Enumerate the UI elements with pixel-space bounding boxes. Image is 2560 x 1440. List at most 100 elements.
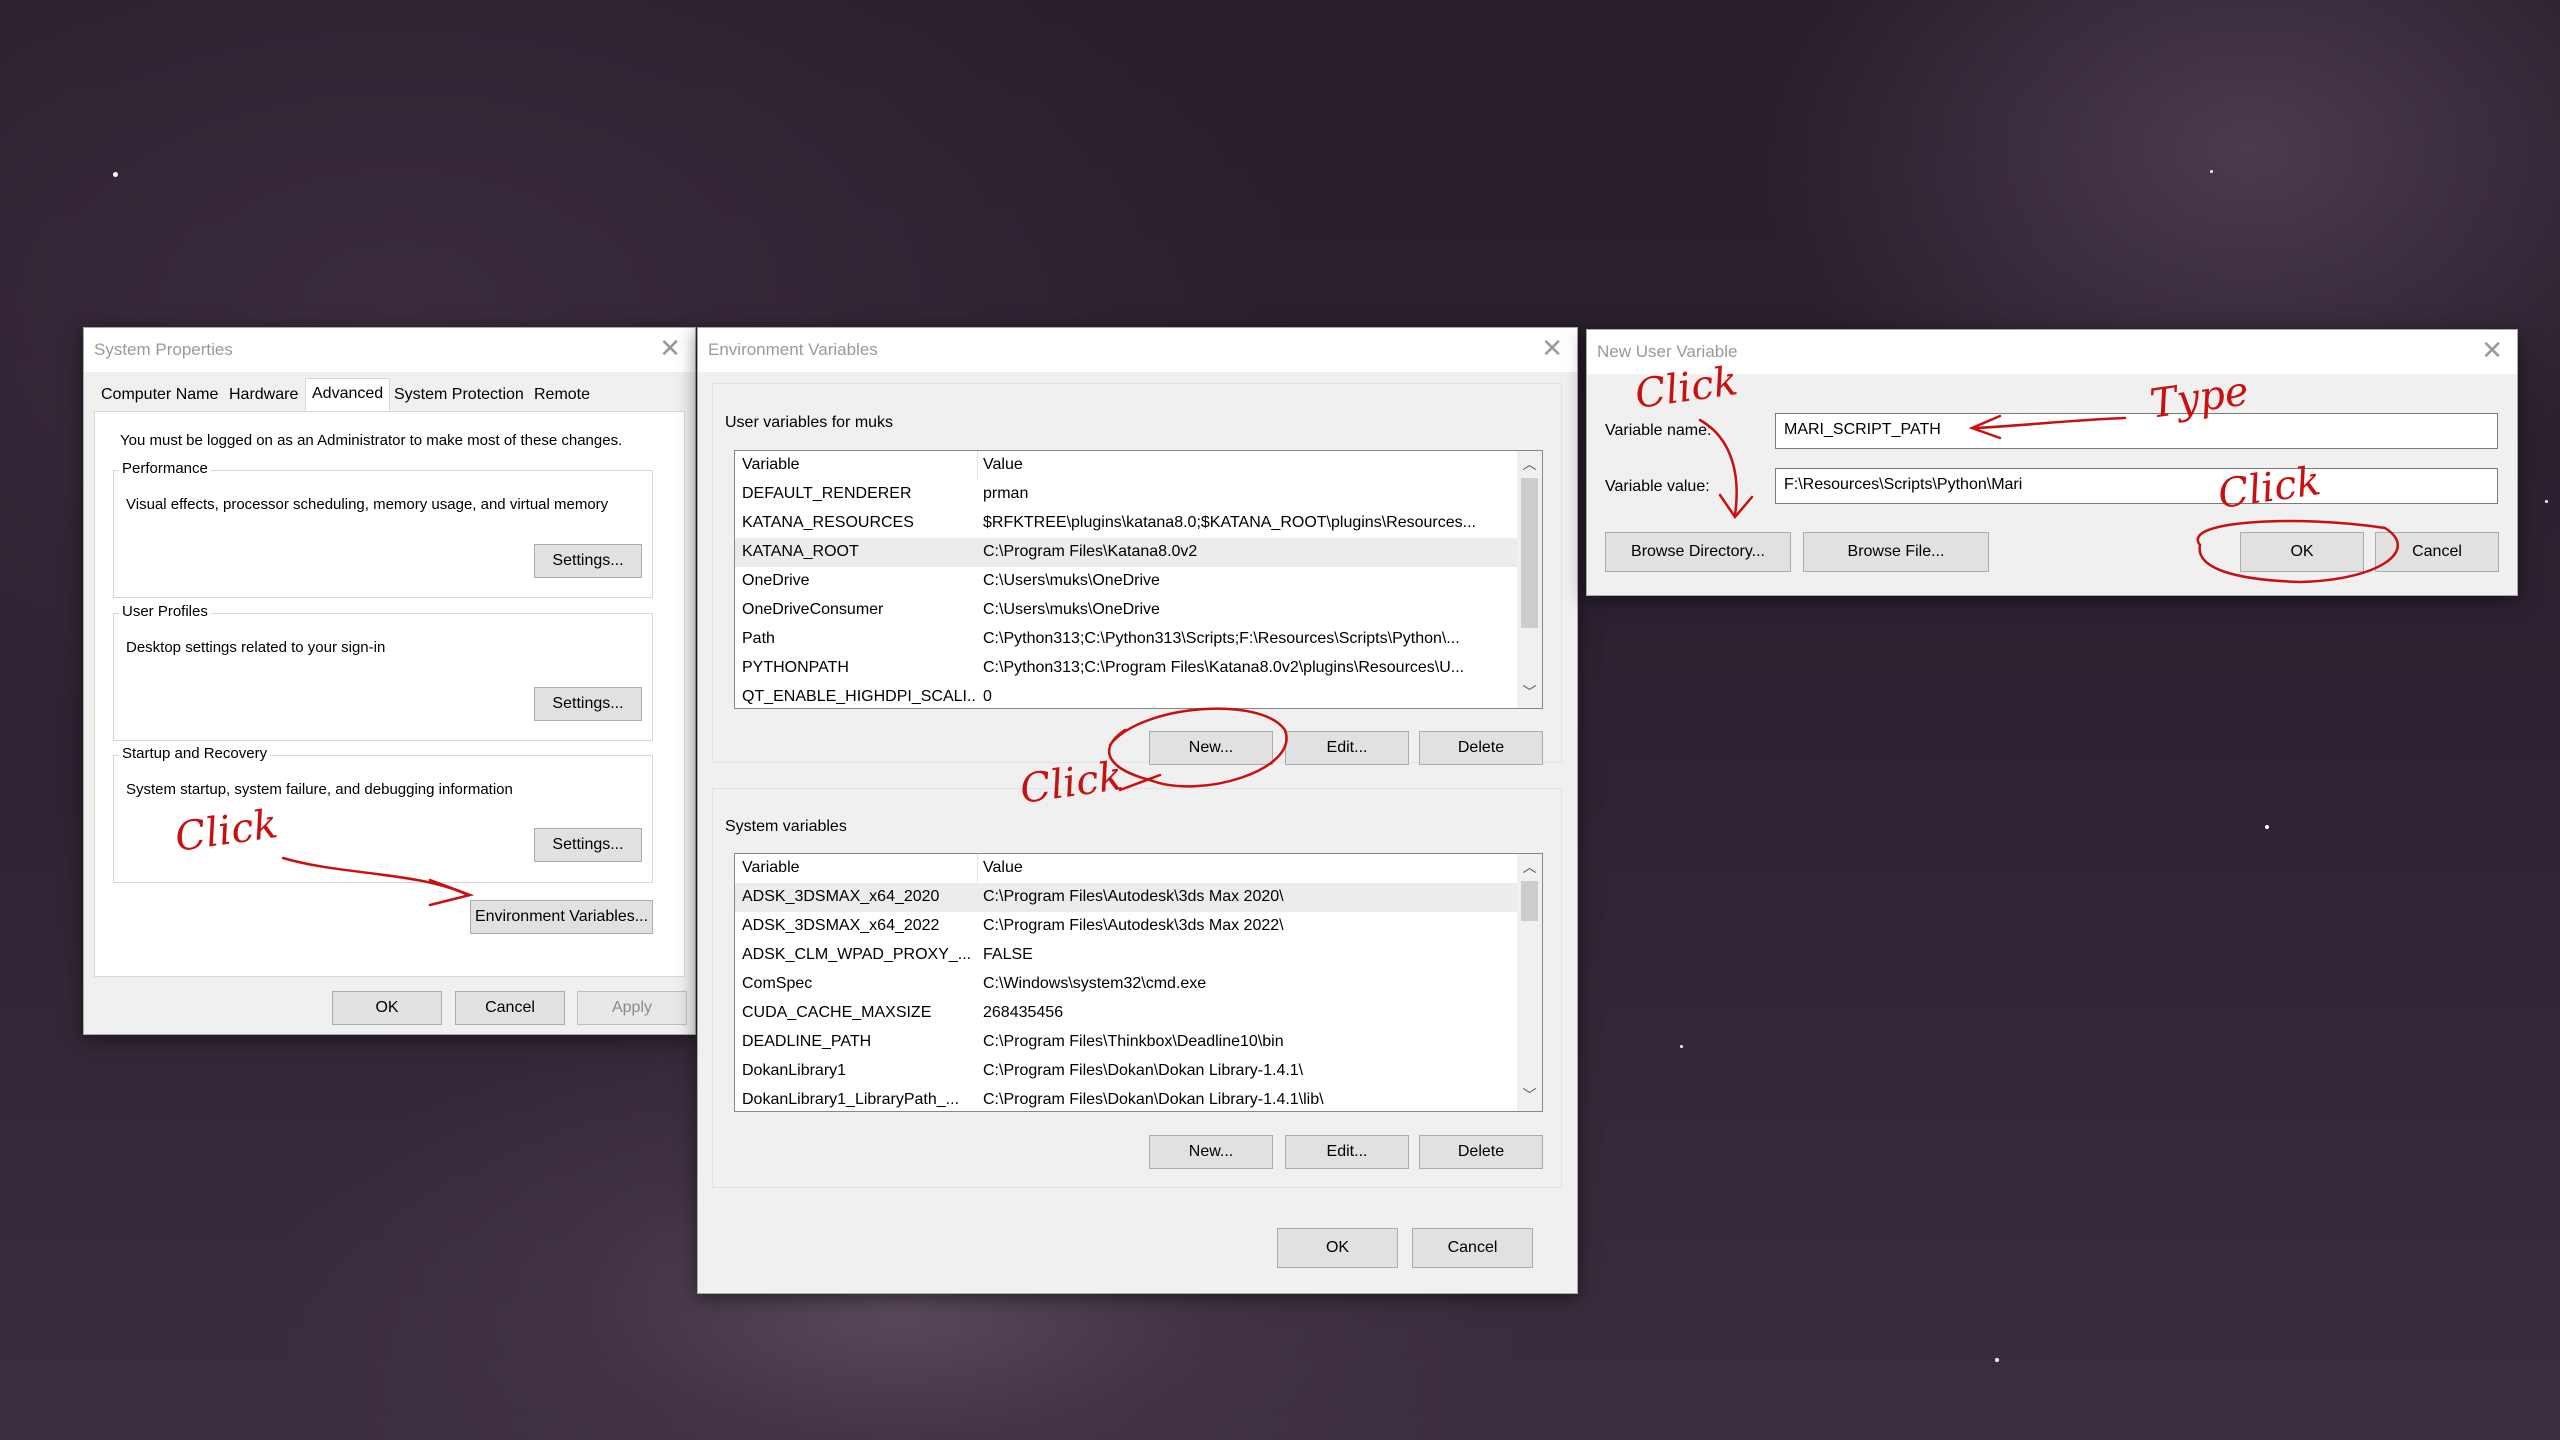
- window-title: New User Variable: [1597, 342, 1738, 361]
- browse-directory-button[interactable]: Browse Directory...: [1605, 532, 1791, 572]
- variable-cell: KATANA_ROOT: [742, 543, 859, 560]
- variable-cell: DokanLibrary1_LibraryPath_...: [742, 1091, 960, 1108]
- close-icon[interactable]: ✕: [659, 334, 681, 364]
- scroll-up-icon[interactable]: ︿: [1517, 856, 1542, 881]
- table-row[interactable]: ADSK_3DSMAX_x64_2022 C:\Program Files\Aut…: [735, 912, 1542, 941]
- table-row[interactable]: KATANA_ROOT C:\Program Files\Katana8.0v2: [735, 538, 1542, 567]
- table-row[interactable]: CUDA_CACHE_MAXSIZE 268435456: [735, 999, 1542, 1028]
- list-header: Variable Value: [735, 854, 1542, 883]
- tab-computer-name[interactable]: Computer Name: [101, 386, 218, 404]
- cancel-button[interactable]: Cancel: [2375, 532, 2499, 572]
- value-cell: C:\Users\muks\OneDrive: [983, 601, 1160, 618]
- user-profiles-desc: Desktop settings related to your sign-in: [126, 639, 386, 656]
- variable-cell: ComSpec: [742, 975, 813, 992]
- value-cell: C:\Windows\system32\cmd.exe: [983, 975, 1207, 992]
- value-cell: FALSE: [983, 946, 1033, 963]
- cancel-button[interactable]: Cancel: [455, 991, 565, 1025]
- ok-button[interactable]: OK: [2240, 532, 2364, 572]
- close-icon[interactable]: ✕: [1541, 334, 1563, 364]
- scroll-up-icon[interactable]: ︿: [1517, 453, 1542, 478]
- tab-hardware[interactable]: Hardware: [229, 386, 298, 404]
- table-row[interactable]: PYTHONPATH C:\Python313;C:\Program Files\…: [735, 654, 1542, 683]
- ok-button[interactable]: OK: [332, 991, 442, 1025]
- value-cell: C:\Users\muks\OneDrive: [983, 572, 1160, 589]
- variable-cell: Path: [742, 630, 775, 647]
- value-cell: C:\Program Files\Autodesk\3ds Max 2020\: [983, 888, 1284, 905]
- col-variable-header[interactable]: Variable: [742, 456, 977, 474]
- table-row[interactable]: DEFAULT_RENDERER prman: [735, 480, 1542, 509]
- system-delete-button[interactable]: Delete: [1419, 1135, 1543, 1169]
- star: [1995, 1358, 1999, 1362]
- system-variables-label: System variables: [725, 818, 847, 835]
- value-cell: C:\Program Files\Dokan\Dokan Library-1.4…: [983, 1062, 1304, 1079]
- value-cell: C:\Program Files\Thinkbox\Deadline10\bin: [983, 1033, 1284, 1050]
- variable-value-label: Variable value:: [1605, 478, 1710, 495]
- star: [2210, 170, 2213, 173]
- apply-button[interactable]: Apply: [577, 991, 687, 1025]
- system-new-button[interactable]: New...: [1149, 1135, 1273, 1169]
- variable-cell: CUDA_CACHE_MAXSIZE: [742, 1004, 932, 1021]
- startup-recovery-desc: System startup, system failure, and debu…: [126, 781, 513, 798]
- user-profiles-title: User Profiles: [119, 603, 211, 620]
- col-value-header[interactable]: Value: [983, 859, 1503, 877]
- col-value-header[interactable]: Value: [983, 456, 1503, 474]
- environment-variables-button[interactable]: Environment Variables...: [470, 900, 653, 934]
- scroll-down-icon[interactable]: ﹀: [1517, 681, 1542, 706]
- user-list-scrollbar[interactable]: ︿ ﹀: [1517, 451, 1542, 708]
- value-cell: C:\Python313;C:\Python313\Scripts;F:\Res…: [983, 630, 1460, 647]
- table-row[interactable]: OneDrive C:\Users\muks\OneDrive: [735, 567, 1542, 596]
- variable-cell: ADSK_3DSMAX_x64_2020: [742, 888, 940, 905]
- value-cell: C:\Program Files\Dokan\Dokan Library-1.4…: [983, 1091, 1324, 1108]
- table-row[interactable]: KATANA_RESOURCES $RFKTREE\plugins\katana8…: [735, 509, 1542, 538]
- startup-settings-button[interactable]: Settings...: [534, 828, 642, 862]
- scrollbar-thumb[interactable]: [1521, 881, 1538, 921]
- scroll-down-icon[interactable]: ﹀: [1517, 1084, 1542, 1109]
- variable-name-field[interactable]: MARI_SCRIPT_PATH: [1775, 413, 2498, 449]
- system-variables-list[interactable]: Variable Value ADSK_3DSMAX_x64_2020 C:\Pr…: [734, 853, 1543, 1112]
- user-variables-list[interactable]: Variable Value DEFAULT_RENDERER prman KAT…: [734, 450, 1543, 709]
- performance-settings-button[interactable]: Settings...: [534, 544, 642, 578]
- star: [113, 172, 118, 177]
- value-cell: 268435456: [983, 1004, 1064, 1021]
- variable-cell: OneDriveConsumer: [742, 601, 884, 618]
- tab-remote[interactable]: Remote: [534, 386, 590, 404]
- title-bar: Environment Variables ✕: [698, 328, 1577, 372]
- table-row[interactable]: QT_ENABLE_HIGHDPI_SCALI... 0: [735, 683, 1542, 708]
- variable-cell: DokanLibrary1: [742, 1062, 847, 1079]
- system-edit-button[interactable]: Edit...: [1285, 1135, 1409, 1169]
- table-row[interactable]: OneDriveConsumer C:\Users\muks\OneDrive: [735, 596, 1542, 625]
- table-row[interactable]: ADSK_CLM_WPAD_PROXY_... FALSE: [735, 941, 1542, 970]
- tab-advanced[interactable]: Advanced: [305, 378, 391, 412]
- user-delete-button[interactable]: Delete: [1419, 731, 1543, 765]
- value-cell: prman: [983, 485, 1029, 502]
- environment-variables-window: Environment Variables ✕ User variables f…: [697, 327, 1578, 1294]
- variable-cell: ADSK_CLM_WPAD_PROXY_...: [742, 946, 972, 963]
- user-new-button[interactable]: New...: [1149, 731, 1273, 765]
- advanced-tab-panel: You must be logged on as an Administrato…: [94, 411, 685, 977]
- col-variable-header[interactable]: Variable: [742, 859, 977, 877]
- user-profiles-settings-button[interactable]: Settings...: [534, 687, 642, 721]
- table-row[interactable]: DokanLibrary1_LibraryPath_... C:\Program …: [735, 1086, 1542, 1111]
- variable-value-field[interactable]: F:\Resources\Scripts\Python\Mari: [1775, 468, 2498, 504]
- system-list-scrollbar[interactable]: ︿ ﹀: [1517, 854, 1542, 1111]
- close-icon[interactable]: ✕: [2481, 336, 2503, 366]
- table-row[interactable]: DEADLINE_PATH C:\Program Files\Thinkbox\D…: [735, 1028, 1542, 1057]
- tab-system-protection[interactable]: System Protection: [394, 386, 524, 404]
- performance-desc: Visual effects, processor scheduling, me…: [126, 496, 609, 513]
- user-edit-button[interactable]: Edit...: [1285, 731, 1409, 765]
- variable-cell: ADSK_3DSMAX_x64_2022: [742, 917, 940, 934]
- list-header: Variable Value: [735, 451, 1542, 480]
- value-cell: C:\Python313;C:\Program Files\Katana8.0v…: [983, 659, 1465, 676]
- table-row[interactable]: ADSK_3DSMAX_x64_2020 C:\Program Files\Aut…: [735, 883, 1542, 912]
- variable-cell: PYTHONPATH: [742, 659, 849, 676]
- ok-button[interactable]: OK: [1277, 1228, 1398, 1268]
- title-bar: System Properties ✕: [84, 328, 695, 372]
- cancel-button[interactable]: Cancel: [1412, 1228, 1533, 1268]
- scrollbar-thumb[interactable]: [1521, 478, 1538, 628]
- table-row[interactable]: ComSpec C:\Windows\system32\cmd.exe: [735, 970, 1542, 999]
- browse-file-button[interactable]: Browse File...: [1803, 532, 1989, 572]
- table-row[interactable]: DokanLibrary1 C:\Program Files\Dokan\Doka…: [735, 1057, 1542, 1086]
- table-row[interactable]: Path C:\Python313;C:\Python313\Scripts;F:…: [735, 625, 1542, 654]
- star: [1680, 1045, 1683, 1048]
- window-title: Environment Variables: [708, 340, 878, 359]
